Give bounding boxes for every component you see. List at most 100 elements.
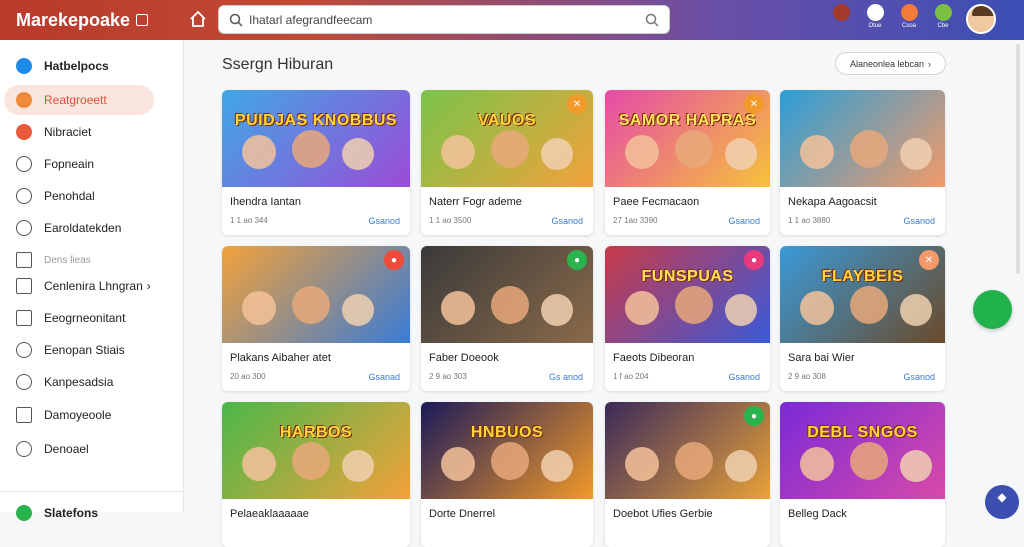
play-link[interactable]: Gsanod [551,216,583,226]
search-icon [229,13,243,27]
clock-icon [16,156,32,172]
character-figure [292,286,330,324]
sidebar-item-compass[interactable]: Hatbelpocs [4,51,154,81]
game-card[interactable]: ● Doebot Ufies Gerbie [605,402,770,547]
sidebar-item-bookmark[interactable]: Earoldatekden [4,213,154,243]
sidebar-item-list[interactable]: Eeogrneonitant [4,303,154,333]
game-thumbnail: SAMOR HAPRAS ✕ [605,90,770,187]
game-card[interactable]: Nekapa Aagoacsit 1 1 ao 3880 Gsanod [780,90,945,235]
sidebar-item-chart[interactable]: Damoyeoole [4,400,154,430]
floating-action-button[interactable] [973,290,1012,329]
user-avatar[interactable] [966,4,996,34]
card-badge-icon: ● [744,406,764,426]
chevron-right-icon: › [928,58,932,69]
game-name: Ihendra Iantan [230,196,301,208]
character-figure [292,442,330,480]
character-figure [242,135,276,169]
game-card[interactable]: ● Plakans Aibaher atet 20 ao 300 Gsanad [222,246,410,391]
sidebar-footer-item[interactable]: Slatefons [4,498,154,528]
view-all-button[interactable]: Alaneonlea lebcan › [835,52,946,75]
sidebar-item-label: Eeogrneonitant [44,311,126,325]
character-figure [625,135,659,169]
game-card[interactable]: ● Faber Doeook 2 9 ao 303 Gs anod [421,246,593,391]
game-title-art: VAUOS [477,112,537,129]
game-meta: 1 f ao 204 [613,372,649,381]
play-link[interactable]: Gs anod [549,372,583,382]
sidebar-item-grid[interactable]: Cenlenira Lhngran › [4,271,154,301]
character-figure [541,138,573,170]
character-figure [800,135,834,169]
game-meta: 20 ao 300 [230,372,266,381]
game-card[interactable]: HNBUOS Dorte Dnerrel [421,402,593,547]
game-card[interactable]: HARBOS Pelaeaklaaaaae [222,402,410,547]
app-logo[interactable]: Marekepoake [16,10,176,31]
game-name: Plakans Aibaher atet [230,352,331,364]
game-card[interactable]: SAMOR HAPRAS ✕ Paee Fecmacaon 27 1ao 3390 Gs… [605,90,770,235]
play-link[interactable]: Gsanod [728,216,760,226]
profile-badge-circle [832,4,850,21]
play-link[interactable]: Gsanod [903,372,935,382]
search-submit-icon[interactable] [645,13,659,27]
game-card[interactable]: FUNSPUAS ● Faeots Dibeoran 1 f ao 204 Gsanod [605,246,770,391]
game-name: Dorte Dnerrel [429,508,496,520]
game-title-art: PUIDJAS KNOBBUS [234,112,398,129]
chat-icon[interactable]: Cbe [932,4,954,29]
profile-badge-icon[interactable] [830,4,852,23]
character-figure [541,450,573,482]
character-figure [625,291,659,325]
sidebar-item-fire[interactable]: Reatgroeett [4,85,154,115]
sidebar-item-settings[interactable]: Eenopan Stiais [4,335,154,365]
character-figure [292,130,330,168]
sidebar-item-label: Penohdal [44,189,95,203]
topbar-icons: Otue Csoa Cbe [830,4,996,34]
calendar-icon[interactable]: Otue [864,4,886,29]
character-figure [850,130,888,168]
chart-icon [16,407,32,423]
character-figure [625,447,659,481]
play-link[interactable]: Gsanad [368,372,400,382]
game-thumbnail: FUNSPUAS ● [605,246,770,343]
character-figure [900,138,932,170]
game-thumbnail: ● [605,402,770,499]
game-meta: 27 1ao 3390 [613,216,658,225]
play-link[interactable]: Gsanod [728,372,760,382]
game-name: Faber Doeook [429,352,499,364]
game-card[interactable]: DEBL SNGOS Belleg Dack [780,402,945,547]
character-figure [441,447,475,481]
character-figure [441,135,475,169]
character-figure [541,294,573,326]
card-badge-icon: ✕ [919,250,939,270]
sidebar-item-label: Hatbelpocs [44,59,109,73]
history-icon [16,188,32,204]
sidebar-item-history[interactable]: Penohdal [4,181,154,211]
search-bar[interactable]: Ihatarl afegrandfeecam [218,5,670,34]
sidebar-item-star[interactable]: Nibraciet [4,117,154,147]
bookmark-icon [16,220,32,236]
sidebar-item-label: Fopneain [44,157,95,171]
game-card[interactable]: VAUOS ✕ Naterr Fogr ademe 1 1 ao 3500 Gsanod [421,90,593,235]
chat-fab-icon[interactable]: ◆ [985,485,1019,519]
game-icon[interactable]: Csoa [898,4,920,29]
game-thumbnail: VAUOS ✕ [421,90,593,187]
scrollbar[interactable] [1016,44,1020,274]
play-link[interactable]: Gsanod [903,216,935,226]
game-name: Sara bai Wier [788,352,855,364]
card-badge-icon: ● [384,250,404,270]
character-figure [675,286,713,324]
list-icon [16,310,32,326]
home-icon[interactable] [188,9,208,29]
sidebar-item-info[interactable]: Denoael [4,434,154,464]
game-card[interactable]: PUIDJAS KNOBBUS Ihendra Iantan 1 1 ao 344 G… [222,90,410,235]
character-figure [491,130,529,168]
sidebar-item-clock[interactable]: Fopneain [4,149,154,179]
sidebar-item-support[interactable]: Kanpesadsia [4,367,154,397]
search-input[interactable]: Ihatarl afegrandfeecam [249,13,645,27]
game-name: Nekapa Aagoacsit [788,196,877,208]
star-icon [16,124,32,140]
topbar-icon-label: Cbe [937,23,949,29]
sidebar-item-label: Eenopan Stiais [44,343,125,357]
game-card[interactable]: FLAYBEIS ✕ Sara bai Wier 2 9 ao 308 Gsanod [780,246,945,391]
play-link[interactable]: Gsanod [368,216,400,226]
sidebar-item-label: Dens lieas [44,254,91,266]
sidebar-item-label: Denoael [44,442,89,456]
